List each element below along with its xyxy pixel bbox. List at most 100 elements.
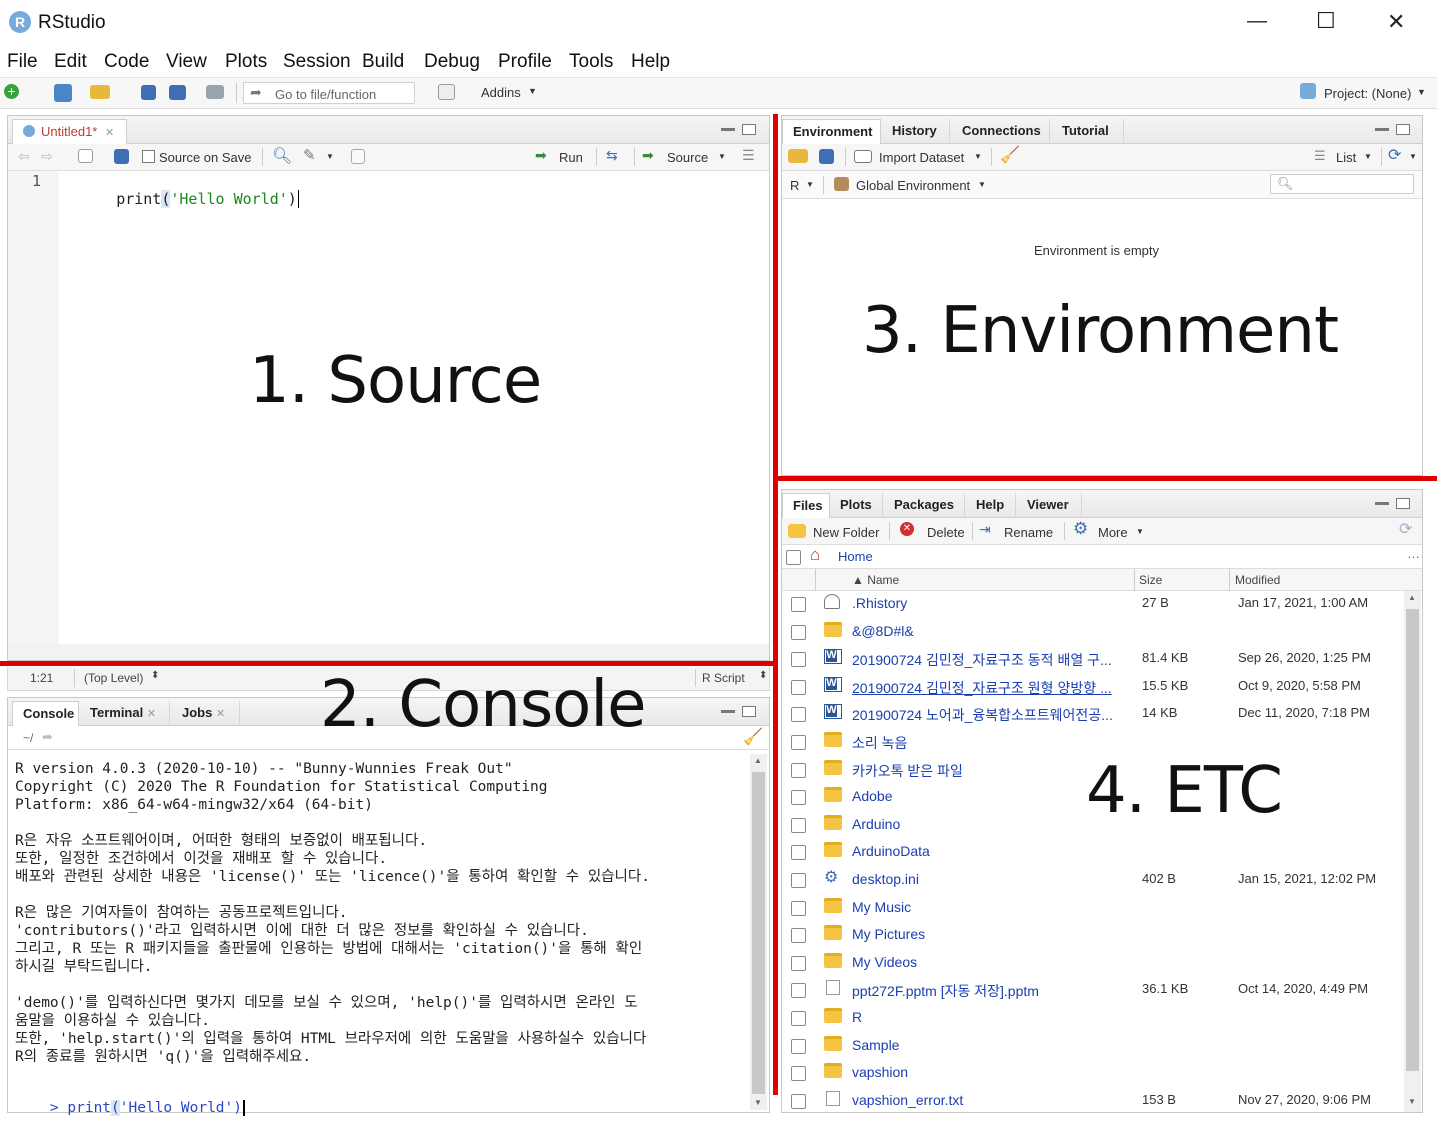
file-checkbox[interactable] [791, 735, 806, 750]
select-all-checkbox[interactable] [786, 550, 801, 565]
scope-selector[interactable]: (Top Level) [84, 671, 143, 685]
source-on-save-checkbox[interactable] [142, 150, 155, 163]
file-checkbox[interactable] [791, 707, 806, 723]
file-checkbox[interactable] [791, 1038, 806, 1054]
console-output[interactable]: R version 4.0.3 (2020-10-10) -- "Bunny-W… [15, 760, 745, 1100]
file-name-link[interactable]: Adobe [852, 788, 892, 804]
file-name-link[interactable]: vapshion [852, 1064, 908, 1080]
menu-file[interactable]: File [7, 51, 38, 73]
file-checkbox[interactable] [791, 790, 806, 806]
file-checkbox[interactable] [791, 652, 806, 668]
file-name-link[interactable]: .Rhistory [852, 595, 907, 611]
minimize-pane-icon[interactable] [1375, 127, 1389, 131]
maximize-pane-icon[interactable] [742, 124, 756, 135]
file-row[interactable]: ⚙ desktop.ini 402 B Jan 15, 2021, 12:02 PM [782, 867, 1422, 895]
file-checkbox[interactable] [791, 679, 806, 695]
run-button[interactable]: Run [559, 150, 583, 165]
menu-code[interactable]: Code [104, 51, 149, 73]
delete-button[interactable]: Delete [927, 525, 965, 540]
file-name-link[interactable]: My Pictures [852, 926, 925, 942]
back-arrow-icon[interactable]: ⇦ [18, 148, 30, 165]
tab-terminal[interactable]: Terminal ✕ [80, 701, 170, 726]
file-name-link[interactable]: 카카오톡 받은 파일 [852, 761, 963, 781]
tab-untitled1[interactable]: Untitled1* ✕ [12, 119, 127, 144]
maximize-button[interactable]: ☐ [1316, 8, 1336, 34]
tab-tutorial[interactable]: Tutorial [1052, 119, 1124, 144]
clear-workspace-broom-icon[interactable]: 🧹 [1000, 145, 1020, 165]
file-checkbox[interactable] [791, 900, 806, 916]
file-name-link[interactable]: 201900724 김민정_자료구조 원형 양방향 ... [852, 678, 1112, 698]
environment-search-input[interactable]: 🔍︎ [1270, 174, 1414, 194]
minimize-pane-icon[interactable] [721, 127, 735, 131]
file-row[interactable]: vapshion [782, 1060, 1422, 1088]
load-workspace-icon[interactable] [788, 149, 808, 163]
tab-files[interactable]: Files [782, 493, 830, 518]
addins-menu[interactable]: Addins [481, 85, 521, 100]
file-name-link[interactable]: Sample [852, 1037, 899, 1053]
goto-file-input[interactable]: ➦ Go to file/function [243, 82, 415, 104]
file-checkbox[interactable] [791, 845, 806, 861]
file-name-link[interactable]: Arduino [852, 816, 900, 832]
file-name-link[interactable]: My Music [852, 899, 911, 915]
file-name-link[interactable]: 201900724 김민정_자료구조 동적 배열 구... [852, 650, 1112, 670]
file-name-link[interactable]: 소리 녹음 [852, 733, 907, 753]
tab-connections[interactable]: Connections [952, 119, 1050, 144]
new-project-icon[interactable] [54, 84, 72, 102]
refresh-icon[interactable]: ⟳ [1399, 519, 1412, 539]
column-size-header[interactable]: Size [1139, 573, 1162, 587]
save-icon[interactable] [114, 149, 129, 164]
import-dataset-button[interactable]: Import Dataset [879, 150, 964, 165]
file-row[interactable]: My Pictures [782, 922, 1422, 950]
tab-console[interactable]: Console [12, 701, 79, 726]
menu-session[interactable]: Session [283, 51, 351, 73]
console-prompt-line[interactable]: > print('Hello World') [15, 1084, 745, 1116]
clear-console-icon[interactable]: 🧹 [743, 727, 763, 747]
language-selector[interactable]: R [790, 178, 799, 193]
file-checkbox[interactable] [791, 1011, 806, 1026]
console-scrollbar[interactable]: ▲ ▼ [750, 754, 767, 1110]
file-row[interactable]: Sample [782, 1033, 1422, 1061]
column-modified-header[interactable]: Modified [1235, 573, 1280, 587]
environment-scope-selector[interactable]: Global Environment [856, 178, 970, 193]
code-tools-wand-icon[interactable]: ✎ [303, 146, 316, 164]
file-name-link[interactable]: vapshion_error.txt [852, 1092, 963, 1108]
rerun-icon[interactable]: ⇆ [606, 147, 618, 164]
save-workspace-icon[interactable] [819, 149, 834, 164]
menu-tools[interactable]: Tools [569, 51, 613, 73]
file-row[interactable]: vapshion_error.txt 153 B Nov 27, 2020, 9:0… [782, 1088, 1422, 1112]
home-icon[interactable]: ⌂ [810, 545, 820, 565]
more-options-icon[interactable]: … [1407, 546, 1420, 561]
open-file-icon[interactable] [90, 85, 110, 99]
file-checkbox[interactable] [791, 873, 806, 888]
file-row[interactable]: 201900724 김민정_자료구조 원형 양방향 ... 15.5 KB Oct … [782, 674, 1422, 702]
menu-edit[interactable]: Edit [54, 51, 87, 73]
close-button[interactable]: ✕ [1387, 9, 1405, 35]
tab-environment[interactable]: Environment [782, 119, 881, 144]
compile-report-icon[interactable] [351, 149, 365, 164]
menu-debug[interactable]: Debug [424, 51, 480, 73]
file-row[interactable]: 201900724 노어과_융복합소프트웨어전공... 14 KB Dec 11, … [782, 701, 1422, 729]
tab-help[interactable]: Help [966, 493, 1016, 518]
tab-packages[interactable]: Packages [884, 493, 965, 518]
file-name-link[interactable]: ppt272F.pptm [자동 저장].pptm [852, 981, 1039, 1001]
minimize-pane-icon[interactable] [721, 709, 735, 713]
file-name-link[interactable]: ArduinoData [852, 843, 930, 859]
file-row[interactable]: My Videos [782, 950, 1422, 978]
print-icon[interactable] [206, 85, 224, 99]
menu-profile[interactable]: Profile [498, 51, 552, 73]
search-icon[interactable]: 🔍︎ [272, 146, 292, 166]
minimize-button[interactable]: — [1247, 10, 1267, 33]
minimize-pane-icon[interactable] [1375, 501, 1389, 505]
rename-button[interactable]: Rename [1004, 525, 1053, 540]
file-name-link[interactable]: desktop.ini [852, 871, 919, 887]
close-tab-icon[interactable]: ✕ [105, 127, 114, 139]
show-in-window-icon[interactable] [78, 149, 93, 163]
file-checkbox[interactable] [791, 983, 806, 999]
outline-icon[interactable]: ☰ [742, 147, 755, 164]
menu-view[interactable]: View [166, 51, 207, 73]
goto-dir-icon[interactable]: ➦ [42, 729, 53, 745]
menu-help[interactable]: Help [631, 51, 670, 73]
file-name-link[interactable]: R [852, 1009, 862, 1025]
tab-plots[interactable]: Plots [830, 493, 883, 518]
list-view-toggle[interactable]: List [1336, 150, 1356, 165]
